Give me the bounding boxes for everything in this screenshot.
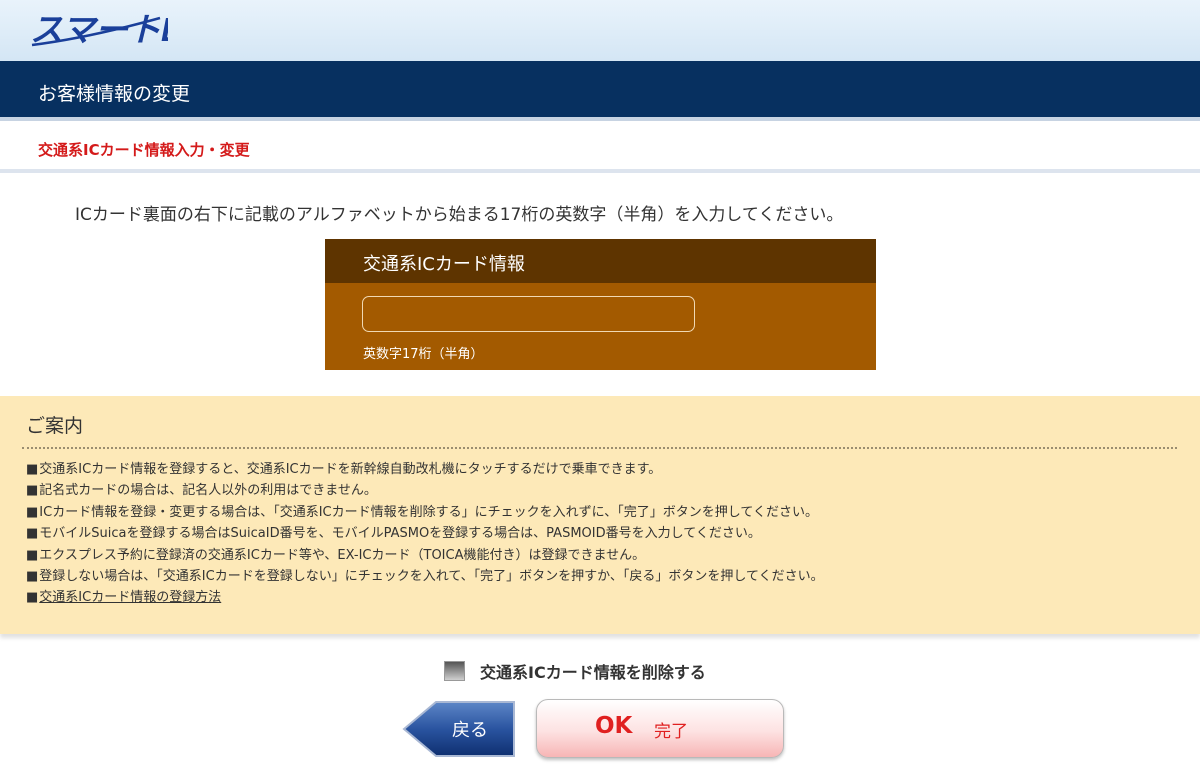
delete-card-label[interactable]: 交通系ICカード情報を削除する: [480, 659, 706, 683]
section-title-bar: 交通系ICカード情報入力・変更: [0, 125, 1200, 173]
instruction-text: ICカード裏面の右下に記載のアルファベットから始まる17桁の英数字（半角）を入力…: [75, 205, 844, 225]
notice-item: ICカード情報を登録・変更する場合は、「交通系ICカード情報を削除する」にチェッ…: [26, 502, 824, 523]
ic-card-form-title: 交通系ICカード情報: [363, 254, 525, 275]
complete-button-label: 完了: [654, 722, 688, 742]
section-title: 交通系ICカード情報入力・変更: [38, 141, 250, 159]
notice-panel: ご案内 交通系ICカード情報を登録すると、交通系ICカードを新幹線自動改札機にタ…: [0, 396, 1200, 634]
delete-card-checkbox[interactable]: [444, 661, 465, 681]
ok-mark: OK: [595, 713, 633, 739]
notice-link-item: 交通系ICカード情報の登録方法: [26, 587, 824, 608]
back-button-label: 戻る: [452, 720, 488, 741]
notice-item: 交通系ICカード情報を登録すると、交通系ICカードを新幹線自動改札機にタッチする…: [26, 459, 824, 480]
notice-title: ご案内: [26, 415, 84, 437]
ic-card-form-header: 交通系ICカード情報: [325, 239, 876, 283]
notice-divider: [22, 447, 1177, 449]
delete-card-option[interactable]: 交通系ICカード情報を削除する: [444, 659, 706, 683]
page-title-bar: お客様情報の変更: [0, 61, 1200, 121]
notice-item: モバイルSuicaを登録する場合はSuicaID番号を、モバイルPASMOを登録…: [26, 523, 824, 544]
ic-card-form: 交通系ICカード情報 英数字17桁（半角）: [325, 239, 876, 370]
notice-item: 登録しない場合は、「交通系ICカードを登録しない」にチェックを入れて、「完了」ボ…: [26, 566, 823, 587]
ic-card-number-hint: 英数字17桁（半角）: [363, 347, 484, 362]
ic-card-number-input[interactable]: [362, 296, 695, 332]
notice-item: エクスプレス予約に登録済の交通系ICカード等や、EX-ICカード（TOICA機能…: [26, 545, 824, 566]
complete-button[interactable]: OK 完了: [536, 699, 784, 758]
registration-method-link[interactable]: 交通系ICカード情報の登録方法: [39, 590, 221, 605]
smart-ex-logo: スマートEX: [30, 11, 168, 48]
notice-list: 交通系ICカード情報を登録すると、交通系ICカードを新幹線自動改札機にタッチする…: [26, 459, 824, 609]
logo-bar: スマートEX: [0, 0, 1200, 61]
notice-item: 記名式カードの場合は、記名人以外の利用はできません。: [26, 480, 824, 501]
back-button[interactable]: 戻る: [402, 700, 516, 758]
page-title: お客様情報の変更: [38, 83, 191, 105]
